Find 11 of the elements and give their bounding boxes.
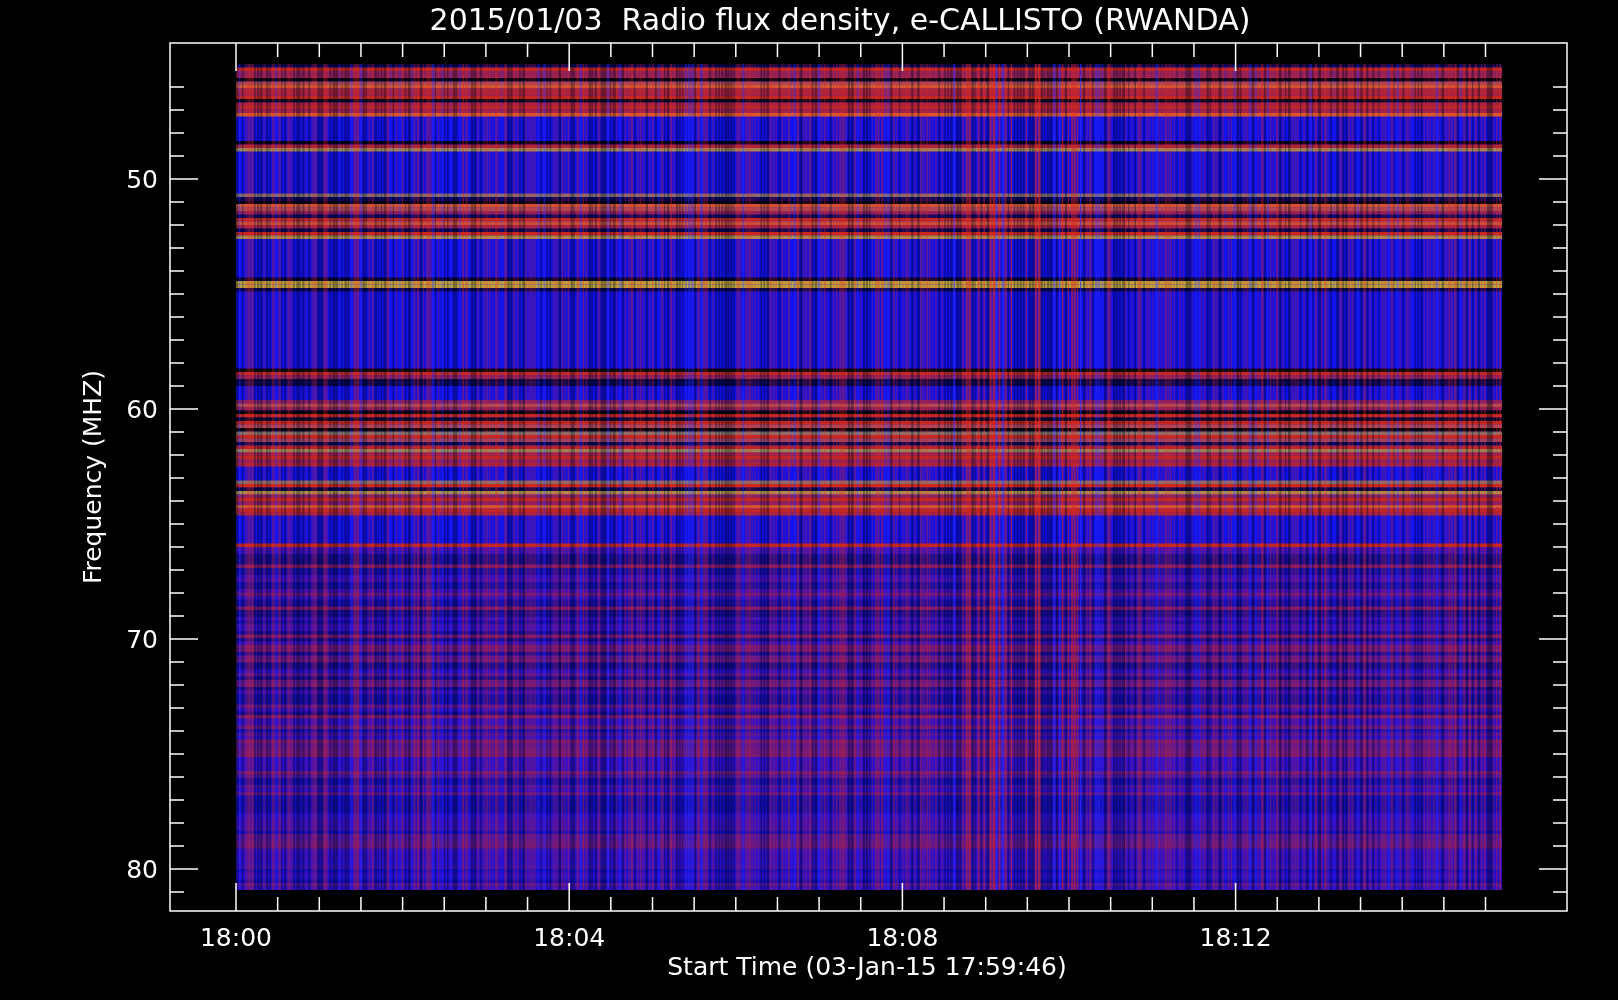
tick-label: 18:12 — [1199, 923, 1272, 952]
tick-label: 18:00 — [200, 923, 272, 952]
tick-label: 80 — [126, 855, 158, 884]
axis-label: Start Time (03-Jan-15 17:59:46) — [667, 952, 1067, 981]
axis-label: Frequency (MHZ) — [78, 369, 107, 585]
tick-label: 70 — [126, 625, 158, 654]
tick-label: 18:08 — [866, 923, 939, 952]
tick-label: 60 — [126, 395, 158, 424]
chart-title: 2015/01/03 Radio flux density, e-CALLISTO (RWANDA) — [429, 2, 1251, 37]
tick-label: 18:04 — [533, 923, 606, 952]
tick-label: 50 — [126, 165, 158, 194]
